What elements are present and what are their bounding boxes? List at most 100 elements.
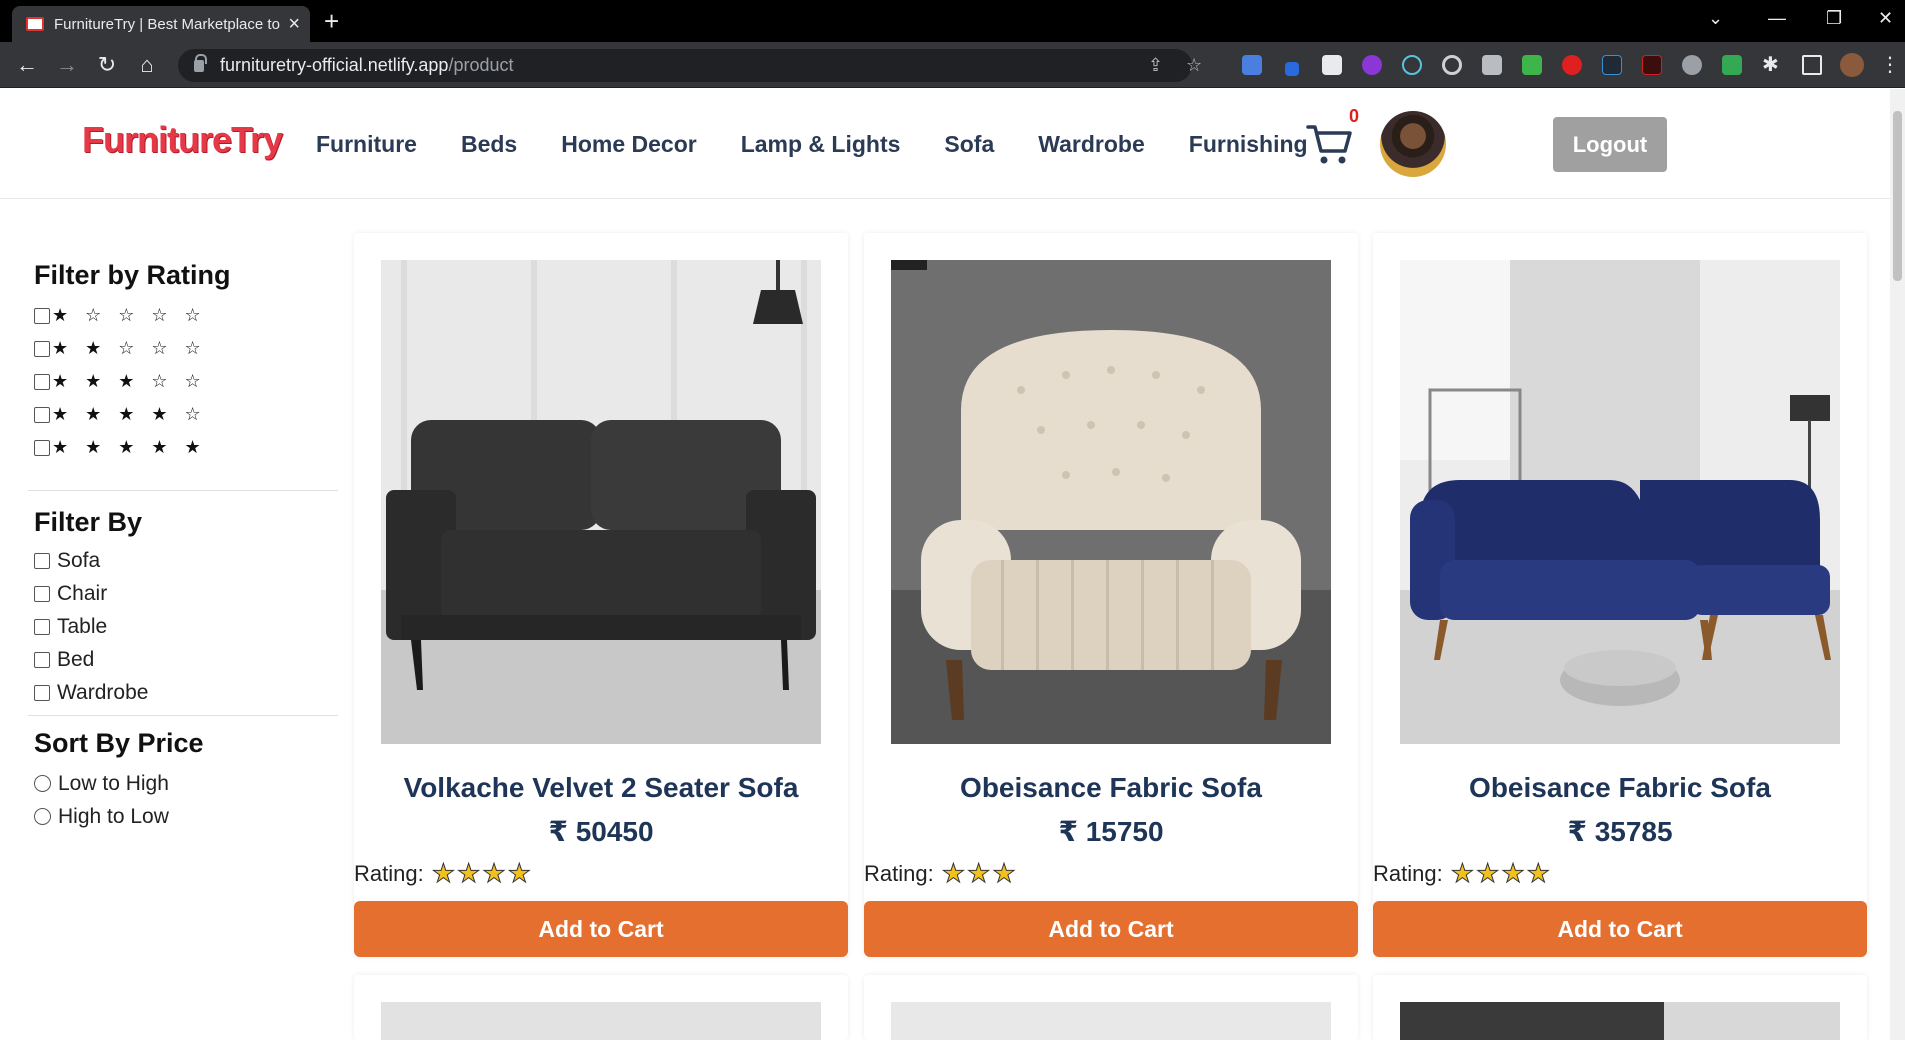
category-filter-sofa[interactable]: Sofa [34, 544, 344, 577]
product-image[interactable] [1400, 1002, 1840, 1040]
translate-extension-icon[interactable] [1242, 55, 1262, 75]
x-extension-icon[interactable] [1522, 55, 1542, 75]
target-extension-icon[interactable] [1442, 55, 1462, 75]
side-panel-icon[interactable] [1802, 55, 1822, 75]
product-name[interactable]: Volkache Velvet 2 Seater Sofa [354, 772, 848, 804]
address-bar[interactable]: furnituretry-official.netlify.app/produc… [178, 49, 1202, 82]
product-card: Volkache Velvet 2 Seater Sofa ₹ 50450 Ra… [354, 233, 848, 957]
checkbox[interactable] [34, 684, 50, 701]
camera-extension-icon[interactable] [1482, 55, 1502, 75]
checkbox[interactable] [34, 307, 50, 324]
record-extension-icon[interactable] [1642, 55, 1662, 75]
eyes-extension-icon[interactable] [1682, 55, 1702, 75]
rating-filter-5[interactable]: ★ ★ ★ ★ ★ [34, 431, 344, 464]
sort-low-to-high[interactable]: Low to High [34, 767, 344, 800]
add-to-cart-button[interactable]: Add to Cart [354, 901, 848, 957]
rating-label: Rating: [864, 860, 934, 886]
checkbox[interactable] [34, 585, 50, 602]
pen-extension-icon[interactable] [1285, 62, 1299, 76]
checkbox[interactable] [34, 406, 50, 423]
product-image[interactable] [381, 260, 821, 744]
red-extension-icon[interactable] [1562, 55, 1582, 75]
back-icon[interactable]: ← [13, 51, 41, 79]
page-scrollbar[interactable] [1890, 89, 1905, 1040]
product-rating: Rating: ★★★★ [354, 858, 533, 889]
category-filter-chair[interactable]: Chair [34, 577, 344, 610]
category-label: Sofa [57, 548, 101, 572]
nav-furnishing[interactable]: Furnishing [1189, 131, 1308, 158]
home-icon[interactable]: ⌂ [133, 51, 161, 79]
filter-sidebar: Filter by Rating ★ ☆ ☆ ☆ ☆ ★ ★ ☆ ☆ ☆ ★ ★… [28, 260, 344, 833]
nav-beds[interactable]: Beds [461, 131, 517, 158]
tab-search-icon[interactable]: ⌄ [1708, 8, 1723, 29]
close-tab-icon[interactable]: × [288, 14, 300, 34]
sort-label: High to Low [58, 804, 169, 828]
category-filter-table[interactable]: Table [34, 610, 344, 643]
sort-high-to-low[interactable]: High to Low [34, 800, 344, 833]
restore-icon[interactable]: ❐ [1826, 8, 1842, 29]
nav-lamp-lights[interactable]: Lamp & Lights [741, 131, 901, 158]
reload-icon[interactable]: ↻ [93, 51, 121, 79]
react-devtools-icon[interactable] [1402, 55, 1422, 75]
dark-extension-icon[interactable] [1602, 55, 1622, 75]
checkbox[interactable] [34, 552, 50, 569]
rating-label: Rating: [1373, 860, 1443, 886]
product-name[interactable]: Obeisance Fabric Sofa [864, 772, 1358, 804]
rating-filter-4[interactable]: ★ ★ ★ ★ ☆ [34, 398, 344, 431]
category-filter-wardrobe[interactable]: Wardrobe [34, 676, 344, 709]
minimize-icon[interactable]: — [1768, 8, 1786, 29]
logout-button[interactable]: Logout [1553, 117, 1667, 172]
nav-home-decor[interactable]: Home Decor [561, 131, 696, 158]
user-avatar[interactable] [1380, 111, 1446, 177]
bookmark-star-icon[interactable]: ☆ [1186, 55, 1202, 76]
radio[interactable] [34, 775, 51, 792]
share-icon[interactable]: ⇪ [1148, 55, 1163, 76]
rating-filter-1[interactable]: ★ ☆ ☆ ☆ ☆ [34, 299, 344, 332]
product-image[interactable] [381, 1002, 821, 1040]
mail-extension-icon[interactable] [1722, 55, 1742, 75]
browser-tab[interactable]: FurnitureTry | Best Marketplace to × [12, 6, 310, 42]
add-to-cart-button[interactable]: Add to Cart [864, 901, 1358, 957]
rating-stars: ★★★★ [431, 858, 533, 889]
add-to-cart-button[interactable]: Add to Cart [1373, 901, 1867, 957]
divider [28, 490, 338, 491]
product-image[interactable] [891, 260, 1331, 744]
product-card: Obeisance Fabric Sofa ₹ 35785 Rating: ★★… [1373, 233, 1867, 957]
browser-toolbar: ← → ↻ ⌂ furnituretry-official.netlify.ap… [0, 42, 1905, 88]
purple-extension-icon[interactable] [1362, 55, 1382, 75]
category-filter-bed[interactable]: Bed [34, 643, 344, 676]
site-logo[interactable]: FurnitureTry [82, 119, 283, 161]
sort-heading: Sort By Price [34, 728, 204, 758]
product-rating: Rating: ★★★ [864, 858, 1018, 889]
product-price: ₹ 15750 [1058, 816, 1164, 847]
product-price: ₹ 50450 [548, 816, 654, 847]
product-card [864, 975, 1358, 1040]
scrollbar-thumb[interactable] [1893, 111, 1902, 281]
checkbox[interactable] [34, 340, 50, 357]
radio[interactable] [34, 808, 51, 825]
checkbox[interactable] [34, 618, 50, 635]
new-tab-icon[interactable]: + [324, 7, 339, 35]
product-image[interactable] [1400, 260, 1840, 744]
profile-avatar-icon[interactable] [1840, 53, 1864, 77]
nav-furniture[interactable]: Furniture [316, 131, 417, 158]
rating-filter-2[interactable]: ★ ★ ☆ ☆ ☆ [34, 332, 344, 365]
checkbox[interactable] [34, 373, 50, 390]
tab-title: FurnitureTry | Best Marketplace to [54, 15, 280, 33]
browser-tabstrip: FurnitureTry | Best Marketplace to × + ⌄… [0, 0, 1905, 42]
checkbox[interactable] [34, 439, 50, 456]
product-name[interactable]: Obeisance Fabric Sofa [1373, 772, 1867, 804]
cart-icon[interactable] [1305, 119, 1355, 169]
url-path: /product [448, 55, 514, 75]
product-image[interactable] [891, 1002, 1331, 1040]
extensions-puzzle-icon[interactable]: ✱ [1762, 55, 1782, 75]
nav-sofa[interactable]: Sofa [944, 131, 994, 158]
nav-wardrobe[interactable]: Wardrobe [1038, 131, 1145, 158]
rating-filter-3[interactable]: ★ ★ ★ ☆ ☆ [34, 365, 344, 398]
forward-icon[interactable]: → [53, 51, 81, 79]
browser-menu-icon[interactable]: ⋮ [1876, 51, 1904, 79]
sort-label: Low to High [58, 771, 169, 795]
close-window-icon[interactable]: ✕ [1878, 8, 1893, 29]
notes-extension-icon[interactable] [1322, 55, 1342, 75]
checkbox[interactable] [34, 651, 50, 668]
